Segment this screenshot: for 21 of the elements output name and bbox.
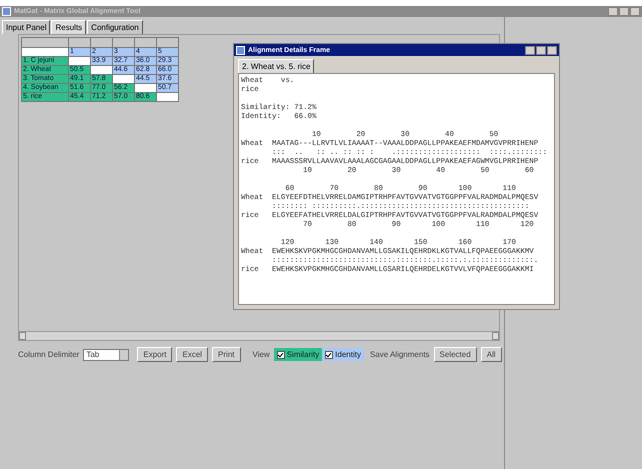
save-button[interactable]: All bbox=[480, 347, 502, 362]
view-checkbox[interactable]: Similarity bbox=[274, 348, 322, 361]
tab[interactable]: Configuration bbox=[87, 20, 143, 34]
column-header bbox=[112, 38, 134, 48]
save-alignments-label: Save Alignments bbox=[370, 350, 430, 359]
tab[interactable]: Input Panel bbox=[2, 20, 50, 34]
tab[interactable]: Results bbox=[51, 20, 86, 34]
tab[interactable]: 2. Wheat vs. 5. rice bbox=[238, 59, 314, 73]
app-icon bbox=[236, 46, 245, 54]
toolbar-button[interactable]: Print bbox=[212, 347, 240, 362]
toolbar-button[interactable]: Excel bbox=[176, 347, 208, 362]
column-delimiter-label: Column Delimiter bbox=[18, 350, 80, 359]
horizontal-scrollbar[interactable] bbox=[18, 331, 500, 341]
delimiter-dropdown[interactable]: Tab bbox=[83, 348, 130, 360]
view-checkbox[interactable]: Identity bbox=[322, 348, 364, 361]
toolbar-button[interactable]: Export bbox=[137, 347, 172, 362]
save-button[interactable]: Selected bbox=[434, 347, 477, 362]
column-header bbox=[90, 38, 112, 48]
column-header bbox=[134, 38, 156, 48]
column-header bbox=[156, 38, 178, 48]
view-label: View bbox=[252, 350, 270, 359]
